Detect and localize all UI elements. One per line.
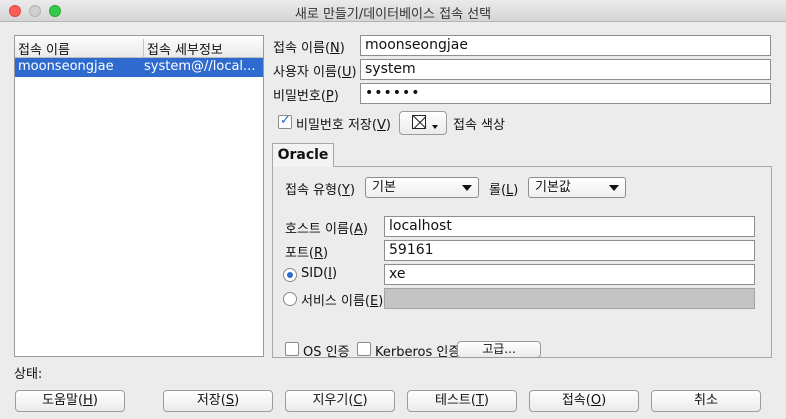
column-header-connection-name[interactable]: 접속 이름 (18, 39, 138, 58)
os-auth-label: OS 인증 (303, 345, 350, 360)
column-header-connection-details[interactable]: 접속 세부정보 (143, 39, 265, 58)
kerberos-auth-label: Kerberos 인증 (375, 345, 461, 360)
window-title: 새로 만들기/데이터베이스 접속 선택 (294, 7, 492, 22)
username-label: 사용자 이름(U) (273, 65, 357, 80)
title-bar: 새로 만들기/데이터베이스 접속 선택 (0, 0, 786, 22)
connection-type-select[interactable]: 기본 (365, 177, 479, 198)
host-name-label: 호스트 이름(A) (285, 222, 368, 237)
connection-list[interactable]: 접속 이름 접속 세부정보 moonseongjae system@//loca… (14, 35, 264, 357)
connect-button[interactable]: 접속(O) (529, 390, 639, 412)
clear-button[interactable]: 지우기(C) (285, 390, 395, 412)
port-label: 포트(R) (285, 246, 329, 261)
host-name-input[interactable]: localhost (384, 216, 755, 237)
save-password-checkbox[interactable]: ✓ (278, 113, 292, 129)
password-input[interactable]: •••••• (360, 83, 771, 104)
no-color-icon (412, 115, 426, 129)
tab-oracle[interactable]: Oracle (272, 143, 334, 167)
connection-color-button[interactable] (399, 111, 447, 135)
connection-color-label: 접속 색상 (453, 118, 505, 133)
connection-row-details: system@//local... (144, 59, 256, 74)
sid-radio[interactable] (283, 268, 297, 282)
radio-selected-dot (287, 272, 293, 278)
sid-input[interactable]: xe (384, 264, 755, 285)
chevron-down-icon (462, 185, 472, 191)
username-input[interactable]: system (360, 59, 771, 80)
cancel-button[interactable]: 취소 (651, 390, 761, 412)
role-value: 기본값 (535, 180, 571, 195)
status-label: 상태: (14, 367, 43, 382)
save-button[interactable]: 저장(S) (163, 390, 273, 412)
role-label: 롤(L) (489, 183, 519, 198)
service-name-input (384, 288, 755, 309)
chevron-down-icon (432, 125, 438, 129)
connection-row-name: moonseongjae (18, 59, 114, 74)
help-button[interactable]: 도움말(H) (15, 390, 125, 412)
os-auth-checkbox[interactable] (285, 342, 299, 356)
password-label: 비밀번호(P) (273, 89, 339, 104)
connection-row[interactable]: moonseongjae system@//local... (15, 58, 263, 77)
connection-type-value: 기본 (372, 180, 396, 195)
port-input[interactable]: 59161 (384, 240, 755, 261)
checkmark-icon: ✓ (280, 113, 291, 128)
connection-name-input[interactable]: moonseongjae (360, 35, 771, 56)
save-password-label: 비밀번호 저장(V) (296, 118, 391, 133)
service-name-label: 서비스 이름(E) (301, 294, 384, 309)
connection-type-label: 접속 유형(Y) (285, 183, 356, 198)
chevron-down-icon (609, 185, 619, 191)
service-name-radio[interactable] (283, 292, 297, 306)
advanced-button[interactable]: 고급... (457, 341, 541, 358)
kerberos-auth-checkbox[interactable] (357, 342, 371, 356)
connection-list-header: 접속 이름 접속 세부정보 (15, 36, 263, 58)
sid-label: SID(I) (301, 266, 338, 281)
connection-name-label: 접속 이름(N) (273, 41, 345, 56)
test-button[interactable]: 테스트(T) (407, 390, 517, 412)
role-select[interactable]: 기본값 (528, 177, 626, 198)
